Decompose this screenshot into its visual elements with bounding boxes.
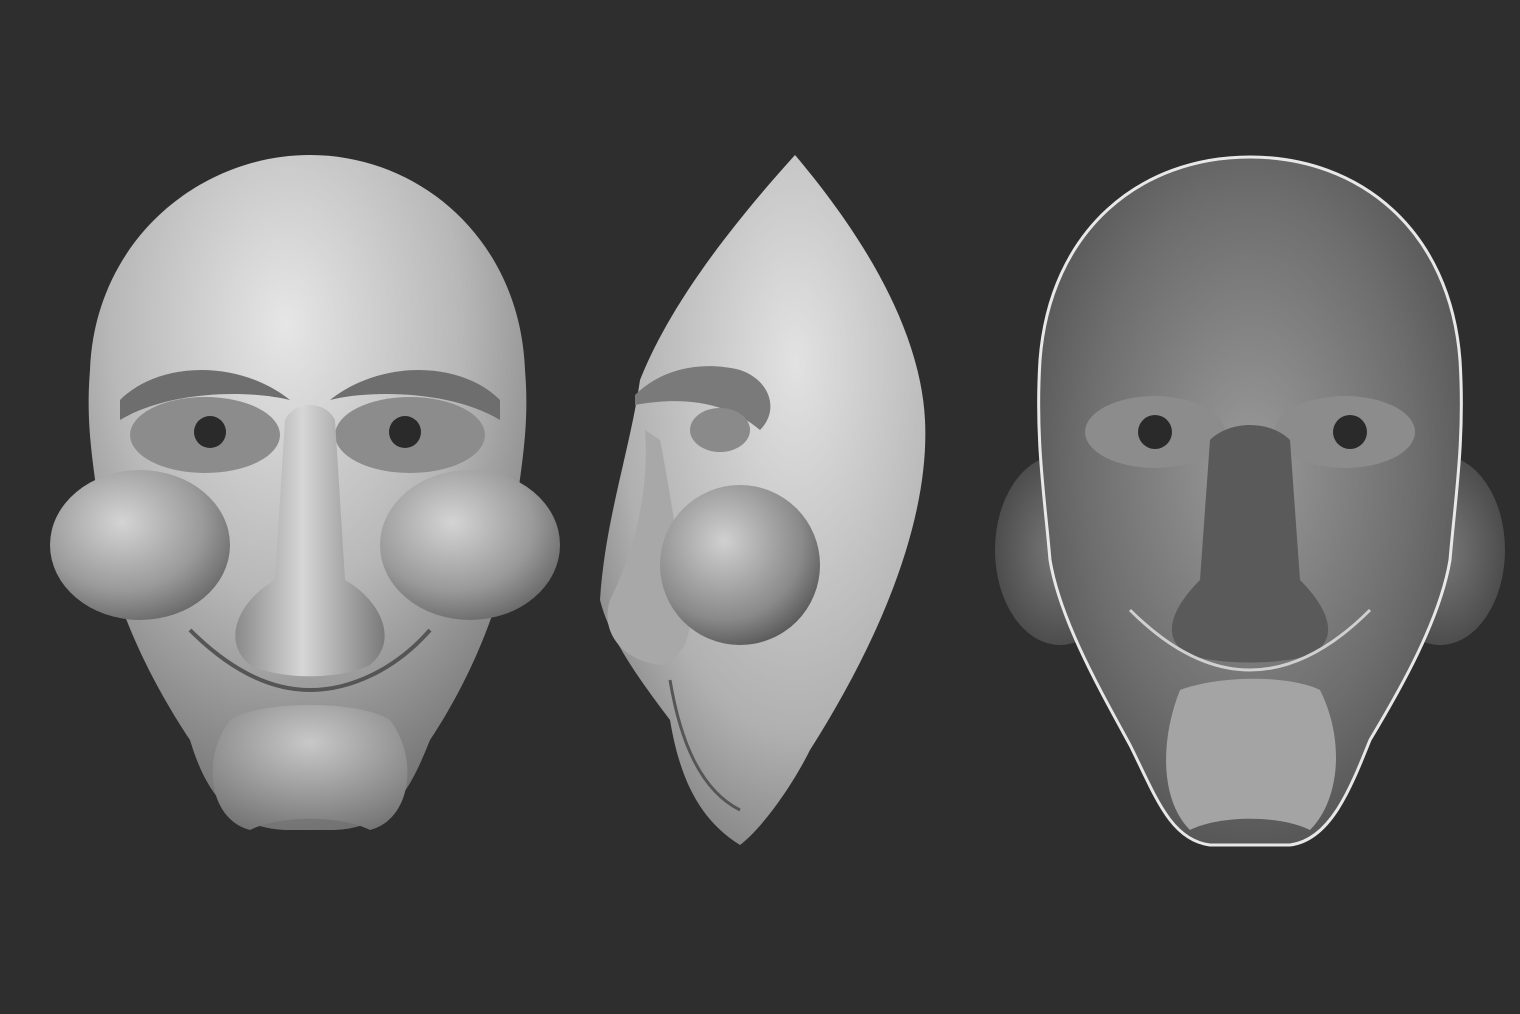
- side-cheek-ball: [660, 485, 820, 645]
- front-cheek-left: [50, 470, 230, 620]
- render-viewport: [0, 0, 1520, 1014]
- mask-render-canvas: [50, 155, 1505, 847]
- side-eye-socket: [690, 408, 750, 452]
- front-cheek-right: [380, 470, 560, 620]
- front-eye-hole-right: [389, 416, 421, 448]
- mask-back-view: [995, 155, 1505, 847]
- back-chin-cavity: [1166, 678, 1337, 830]
- front-eye-hole-left: [194, 416, 226, 448]
- mask-front-view: [50, 155, 560, 830]
- front-chin: [212, 705, 408, 830]
- back-eye-hole-right: [1333, 415, 1367, 449]
- back-eye-hole-left: [1138, 415, 1172, 449]
- mask-side-view: [600, 155, 926, 845]
